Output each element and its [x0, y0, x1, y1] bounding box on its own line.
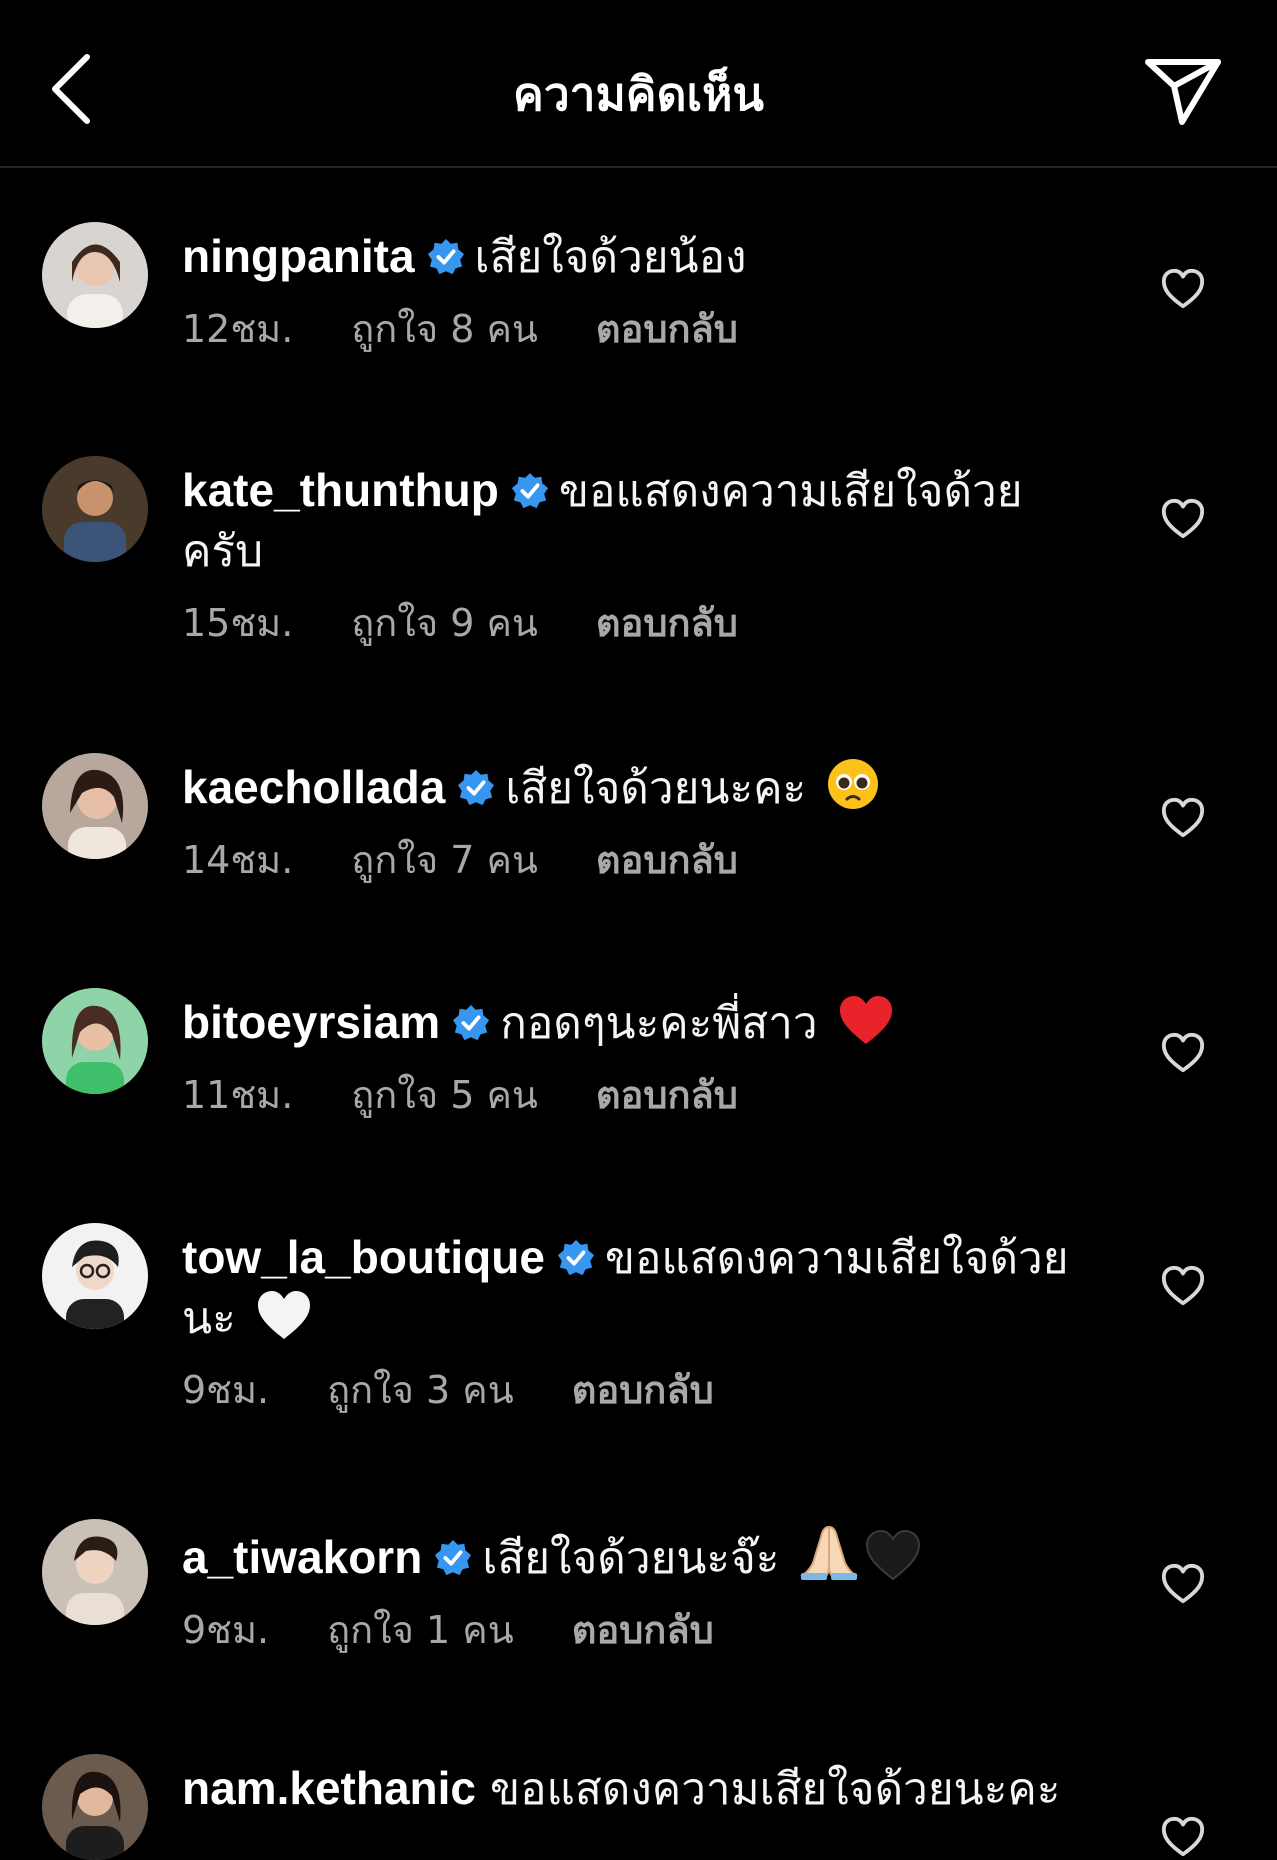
heart-icon[interactable] [1160, 1030, 1206, 1076]
verified-badge-icon [427, 238, 464, 275]
comment-likes[interactable]: ถูกใจ 5 คน [351, 1070, 538, 1120]
comment-likes[interactable]: ถูกใจ 3 คน [327, 1365, 514, 1415]
page-title: ความคิดเห็น [513, 67, 764, 121]
avatar[interactable] [42, 988, 148, 1094]
comment-likes[interactable]: ถูกใจ 9 คน [351, 598, 538, 648]
reply-button[interactable]: ตอบกลับ [572, 1365, 714, 1415]
verified-badge-icon [557, 1239, 594, 1276]
reply-button[interactable]: ตอบกลับ [596, 1070, 738, 1120]
comment-text: กอดๆนะคะพี่สาว [500, 998, 818, 1049]
comment-likes[interactable]: ถูกใจ 1 คน [327, 1605, 514, 1655]
username[interactable]: a_tiwakorn [182, 1531, 422, 1583]
comment-meta: 14ชม. ถูกใจ 7 คน ตอบกลับ [182, 835, 1082, 885]
comment-text: เสียใจด้วยนะคะ [505, 763, 807, 814]
paper-plane-icon [1145, 59, 1221, 125]
avatar[interactable] [42, 1223, 148, 1329]
comments-header: ความคิดเห็น [0, 0, 1277, 168]
avatar[interactable] [42, 753, 148, 859]
heart-icon[interactable] [1160, 795, 1206, 841]
verified-badge-icon [453, 1004, 490, 1041]
comment-meta: 9ชม. ถูกใจ 3 คน ตอบกลับ [182, 1365, 1082, 1415]
pleading-face-icon [828, 759, 879, 809]
black-heart-icon [866, 1529, 921, 1581]
verified-badge-icon [511, 472, 548, 509]
verified-badge-icon [458, 769, 495, 806]
comment-time: 9ชม. [182, 1368, 270, 1412]
comment-likes[interactable]: ถูกใจ 7 คน [351, 835, 538, 885]
reply-button[interactable]: ตอบกลับ [596, 835, 738, 885]
verified-badge-icon [435, 1539, 472, 1576]
heart-icon[interactable] [1160, 496, 1206, 542]
heart-icon[interactable] [1160, 266, 1206, 312]
avatar[interactable] [42, 1519, 148, 1625]
red-heart-icon [839, 996, 892, 1044]
comment-time: 15ชม. [182, 601, 294, 645]
reply-button[interactable]: ตอบกลับ [596, 304, 738, 354]
username[interactable]: kate_thunthup [182, 464, 499, 516]
heart-icon[interactable] [1160, 1814, 1206, 1860]
share-button[interactable] [1141, 52, 1225, 130]
heart-icon[interactable] [1160, 1263, 1206, 1309]
username[interactable]: kaechollada [182, 761, 445, 813]
comment-meta: 15ชม. ถูกใจ 9 คน ตอบกลับ [182, 598, 1082, 648]
reply-button[interactable]: ตอบกลับ [572, 1605, 714, 1655]
comment-likes[interactable]: ถูกใจ 8 คน [351, 304, 538, 354]
comment-text: เสียใจด้วยนะจ๊ะ [482, 1533, 780, 1584]
folded-hands-icon [800, 1525, 859, 1580]
comment-meta: 12ชม. ถูกใจ 8 คน ตอบกลับ [182, 304, 1082, 354]
comment-text: เสียใจด้วยน้อง [474, 232, 747, 283]
comment-time: 14ชม. [182, 838, 294, 882]
comment-meta: 9ชม. ถูกใจ 1 คน ตอบกลับ [182, 1605, 1082, 1655]
avatar[interactable] [42, 1754, 148, 1860]
reply-button[interactable]: ตอบกลับ [596, 598, 738, 648]
avatar[interactable] [42, 456, 148, 562]
username[interactable]: nam.kethanic [182, 1762, 476, 1814]
username[interactable]: bitoeyrsiam [182, 996, 440, 1048]
username[interactable]: tow_la_boutique [182, 1231, 545, 1283]
avatar[interactable] [42, 222, 148, 328]
comment-meta: 11ชม. ถูกใจ 5 คน ตอบกลับ [182, 1070, 1082, 1120]
comment-text: ขอแสดงความเสียใจด้วยนะคะ [490, 1764, 1061, 1815]
username[interactable]: ningpanita [182, 230, 415, 282]
comment-time: 12ชม. [182, 307, 294, 351]
white-heart-icon [257, 1291, 310, 1339]
heart-icon[interactable] [1160, 1561, 1206, 1607]
comment-time: 9ชม. [182, 1608, 270, 1652]
comment-time: 11ชม. [182, 1073, 294, 1117]
